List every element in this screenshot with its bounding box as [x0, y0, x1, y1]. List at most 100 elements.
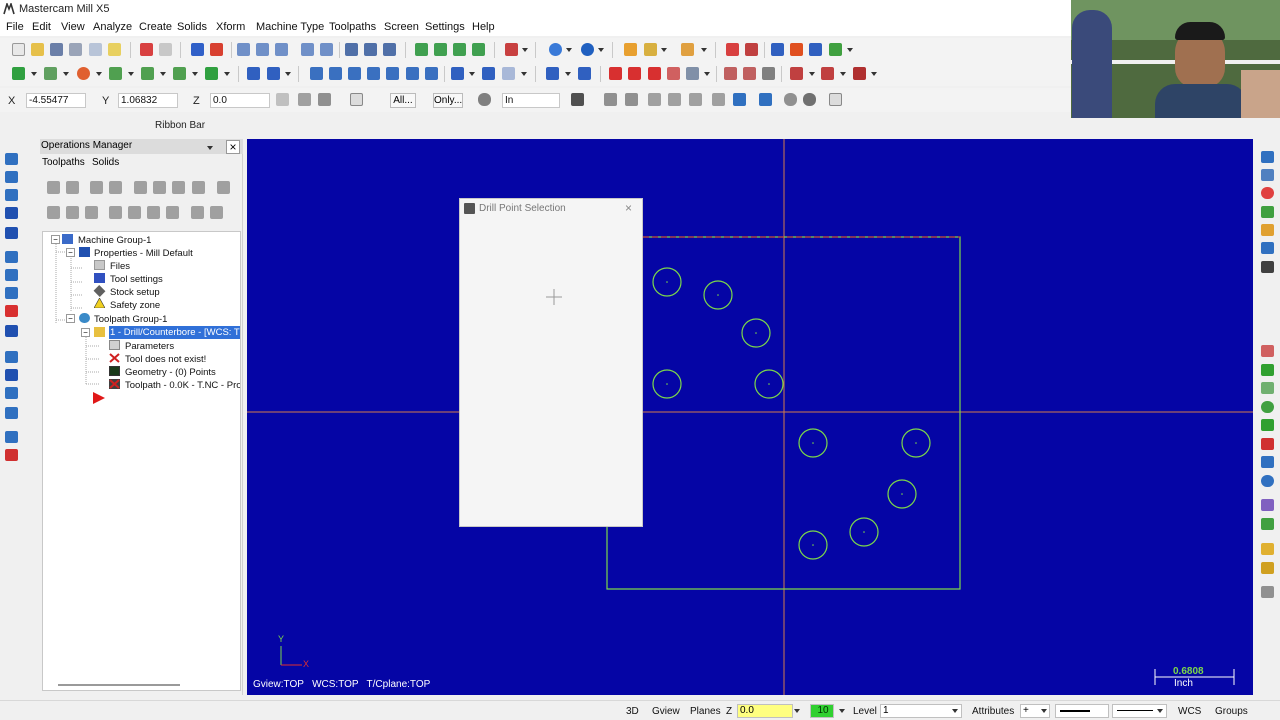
cube-icon[interactable]	[668, 93, 681, 106]
status-level-label[interactable]: Level	[853, 706, 877, 717]
break-icon[interactable]	[790, 43, 803, 56]
chevron-down-icon[interactable]	[847, 48, 853, 52]
surface-icon[interactable]	[5, 251, 18, 263]
offset-contour-icon[interactable]	[406, 67, 419, 80]
drill-icon[interactable]	[451, 67, 464, 80]
regenerate-dirty-icon[interactable]	[109, 181, 122, 194]
line-icon[interactable]	[44, 67, 57, 80]
select-all-button[interactable]: All...	[390, 93, 416, 108]
rectangle-icon[interactable]	[5, 227, 18, 239]
menu-screen[interactable]: Screen	[384, 21, 419, 33]
line-style-select[interactable]	[1055, 704, 1109, 718]
tab-toolpaths[interactable]: Toolpaths	[42, 157, 85, 168]
menu-edit[interactable]: Edit	[32, 21, 51, 33]
zoom-in-icon[interactable]	[301, 43, 314, 56]
select-icon[interactable]	[345, 43, 358, 56]
status-wcs-button[interactable]: WCS	[1178, 706, 1201, 717]
status-gview-button[interactable]: Gview	[652, 706, 680, 717]
graphics-viewport[interactable]: Y X 0.6808 Inch Gview:TOP WCS:TOP T/Cpla…	[247, 139, 1253, 695]
tool-icon[interactable]	[1261, 562, 1274, 574]
shell-icon[interactable]	[5, 325, 18, 337]
help-query-icon[interactable]	[726, 43, 739, 56]
status-groups-button[interactable]: Groups	[1215, 706, 1248, 717]
tool-icon[interactable]	[1261, 543, 1274, 555]
wand-icon[interactable]	[108, 43, 121, 56]
tool-icon[interactable]	[1261, 364, 1274, 376]
chevron-down-icon[interactable]	[565, 72, 571, 76]
tree-node-stock-setup[interactable]: Stock setup	[110, 287, 160, 298]
gear-icon[interactable]	[478, 93, 491, 106]
tree-node-properties[interactable]: Properties - Mill Default	[94, 248, 193, 259]
surface-icon[interactable]	[578, 67, 591, 80]
chevron-down-icon[interactable]	[598, 48, 604, 52]
view-icon[interactable]	[1261, 261, 1274, 273]
tab-solids[interactable]: Solids	[92, 157, 119, 168]
zoom-out-icon[interactable]	[320, 43, 333, 56]
mirror-icon[interactable]	[348, 67, 361, 80]
fillet-icon[interactable]	[109, 67, 122, 80]
close-icon[interactable]: ×	[625, 201, 632, 215]
menu-machine-type[interactable]: Machine Type	[256, 21, 324, 33]
help-icon[interactable]	[350, 93, 363, 106]
top-view-icon[interactable]	[415, 43, 428, 56]
tool-icon[interactable]	[1261, 518, 1274, 530]
pocket-icon[interactable]	[5, 449, 18, 461]
post-icon[interactable]	[172, 181, 185, 194]
project-icon[interactable]	[425, 67, 438, 80]
tool-icon[interactable]	[1261, 345, 1274, 357]
new-file-icon[interactable]	[12, 43, 25, 56]
view-icon[interactable]	[1261, 169, 1274, 181]
tool-icon[interactable]	[1261, 499, 1274, 511]
pocket-icon[interactable]	[482, 67, 495, 80]
close-icon[interactable]: ×	[226, 140, 240, 154]
chevron-down-icon[interactable]	[160, 72, 166, 76]
rectangle-icon[interactable]	[205, 67, 218, 80]
auto-cursor-icon[interactable]	[298, 93, 311, 106]
chevron-down-icon[interactable]	[63, 72, 69, 76]
cursor-select-icon[interactable]	[571, 93, 584, 106]
status-planes-button[interactable]: Planes	[690, 706, 721, 717]
side-view-icon[interactable]	[453, 43, 466, 56]
chevron-down-icon[interactable]	[31, 72, 37, 76]
insert-arrow-icon[interactable]	[147, 206, 160, 219]
print-icon[interactable]	[89, 43, 102, 56]
chevron-down-icon[interactable]	[469, 72, 475, 76]
help-icon[interactable]	[210, 206, 223, 219]
zoom-target-icon[interactable]	[275, 43, 288, 56]
spline-icon[interactable]	[173, 67, 186, 80]
chevron-down-icon[interactable]	[128, 72, 134, 76]
globe-icon[interactable]	[549, 43, 562, 56]
menu-help[interactable]: Help	[472, 21, 495, 33]
redo-icon[interactable]	[159, 43, 172, 56]
selection-mode-select[interactable]: In	[502, 93, 560, 108]
move-down-icon[interactable]	[109, 206, 122, 219]
facing-icon[interactable]	[546, 67, 559, 80]
regenerate-icon[interactable]	[90, 181, 103, 194]
rotate-icon[interactable]	[329, 67, 342, 80]
undo-icon[interactable]	[140, 43, 153, 56]
tree-node-drill-counterbore[interactable]: 1 - Drill/Counterbore - [WCS: TO	[109, 326, 240, 339]
view-icon[interactable]	[1261, 224, 1274, 236]
iso-view-icon[interactable]	[472, 43, 485, 56]
front-view-icon[interactable]	[434, 43, 447, 56]
chevron-down-icon[interactable]	[285, 72, 291, 76]
z-coordinate-field[interactable]: 0.0	[210, 93, 270, 108]
mirror-icon[interactable]	[5, 369, 18, 381]
circle-icon[interactable]	[77, 67, 90, 80]
tool-icon[interactable]	[1261, 419, 1274, 431]
scroll-icon[interactable]	[166, 206, 179, 219]
toggle-display-icon[interactable]	[66, 206, 79, 219]
zoom-window-icon[interactable]	[256, 43, 269, 56]
scale-icon[interactable]	[5, 407, 18, 419]
chevron-down-icon[interactable]	[701, 48, 707, 52]
menu-file[interactable]: File	[6, 21, 24, 33]
menu-xform[interactable]: Xform	[216, 21, 245, 33]
tool-icon[interactable]	[1261, 586, 1274, 598]
chevron-down-icon[interactable]	[871, 72, 877, 76]
revolve-icon[interactable]	[5, 287, 18, 299]
cplane-icon[interactable]	[505, 43, 518, 56]
extrude-icon[interactable]	[5, 269, 18, 281]
chevron-down-icon[interactable]	[521, 72, 527, 76]
chevron-down-icon[interactable]	[224, 72, 230, 76]
collapse-icon[interactable]: −	[81, 328, 90, 337]
